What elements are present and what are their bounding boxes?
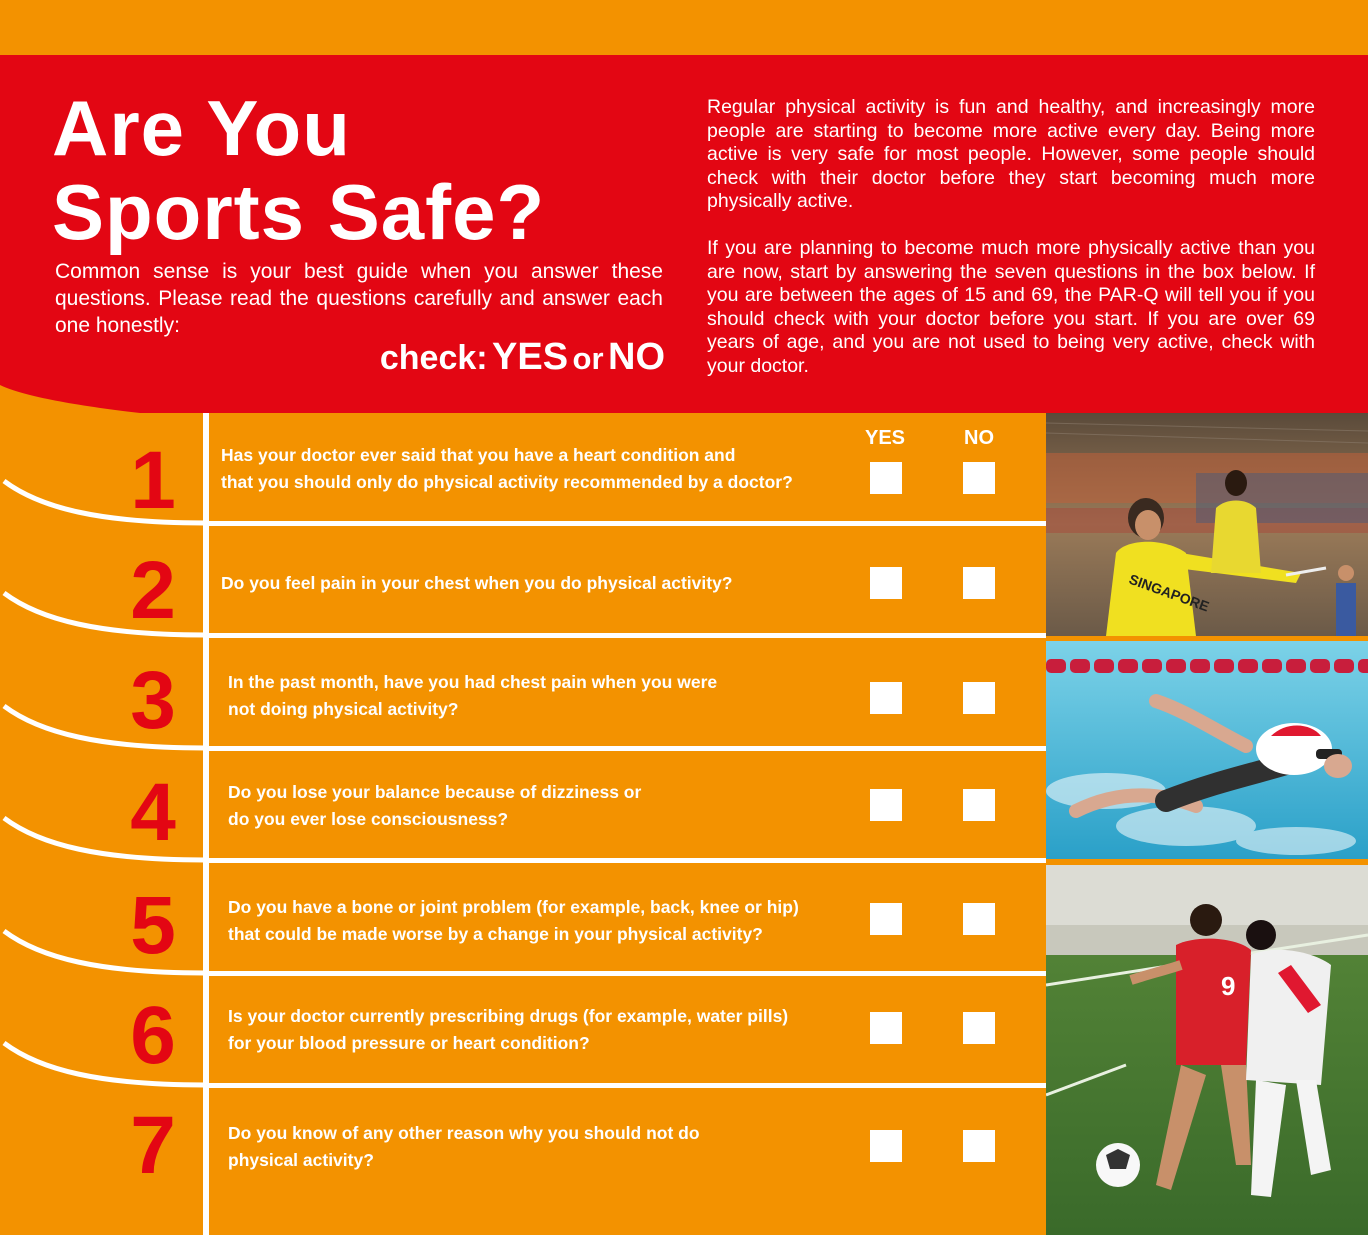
q6-no-checkbox[interactable]: [963, 1012, 995, 1044]
question-text: Do you lose your balance because of dizz…: [228, 779, 868, 833]
q6-yes-checkbox[interactable]: [870, 1012, 902, 1044]
question-line: not doing physical activity?: [228, 699, 459, 719]
row-divider: [203, 746, 1046, 751]
q7-yes-checkbox[interactable]: [870, 1130, 902, 1162]
description-paragraph-2: If you are planning to become much more …: [707, 237, 1315, 377]
check-prefix: check:: [379, 339, 488, 377]
question-line: Do you feel pain in your chest when you …: [221, 573, 733, 593]
page-title: Are You Sports Safe?: [52, 86, 692, 254]
question-line: that could be made worse by a change in …: [228, 924, 763, 944]
q2-yes-checkbox[interactable]: [870, 567, 902, 599]
q2-no-checkbox[interactable]: [963, 567, 995, 599]
row-divider: [203, 521, 1046, 526]
q4-no-checkbox[interactable]: [963, 789, 995, 821]
badminton-photo: SINGAPORE: [1046, 413, 1368, 636]
question-line: Do you know of any other reason why you …: [228, 1123, 700, 1143]
description: Regular physical activity is fun and hea…: [707, 96, 1315, 378]
row-divider: [203, 633, 1046, 638]
yes-column-header: YES: [864, 427, 906, 449]
q3-no-checkbox[interactable]: [963, 682, 995, 714]
check-yes: YES: [492, 336, 569, 378]
description-paragraph-1: Regular physical activity is fun and hea…: [707, 96, 1315, 212]
question-line: Do you have a bone or joint problem (for…: [228, 897, 799, 917]
check-or: or: [572, 341, 604, 376]
question-text: Do you have a bone or joint problem (for…: [228, 894, 868, 948]
title-line-1: Are You: [52, 84, 351, 172]
svg-text:9: 9: [1221, 971, 1235, 1001]
q5-no-checkbox[interactable]: [963, 903, 995, 935]
q1-yes-checkbox[interactable]: [870, 462, 902, 494]
intro-text: Common sense is your best guide when you…: [55, 260, 663, 337]
table-divider-vertical: [203, 413, 209, 1235]
question-number: 5: [130, 880, 176, 971]
question-line: physical activity?: [228, 1150, 374, 1170]
title-line-2: Sports Safe?: [52, 168, 546, 256]
q7-no-checkbox[interactable]: [963, 1130, 995, 1162]
question-number: 4: [130, 767, 176, 858]
soccer-photo: 9: [1046, 865, 1368, 1235]
q1-no-checkbox[interactable]: [963, 462, 995, 494]
question-line: Has your doctor ever said that you have …: [221, 445, 736, 465]
question-line: do you ever lose consciousness?: [228, 809, 509, 829]
q5-yes-checkbox[interactable]: [870, 903, 902, 935]
question-text: Has your doctor ever said that you have …: [221, 442, 861, 496]
row-divider: [203, 858, 1046, 863]
question-number: 7: [130, 1100, 176, 1191]
question-line: Do you lose your balance because of dizz…: [228, 782, 642, 802]
check-instruction: check: YES or NO: [335, 336, 665, 379]
question-number: 2: [130, 545, 176, 636]
question-text: Is your doctor currently prescribing dru…: [228, 1003, 868, 1057]
row-divider: [203, 971, 1046, 976]
question-text: Do you know of any other reason why you …: [228, 1120, 868, 1174]
question-line: that you should only do physical activit…: [221, 472, 793, 492]
row-divider: [203, 1083, 1046, 1088]
header-banner: Are You Sports Safe? Common sense is you…: [0, 0, 1368, 430]
question-number: 6: [130, 990, 176, 1081]
question-line: In the past month, have you had chest pa…: [228, 672, 718, 692]
question-number: 1: [130, 435, 176, 526]
q4-yes-checkbox[interactable]: [870, 789, 902, 821]
check-no: NO: [608, 336, 665, 378]
q3-yes-checkbox[interactable]: [870, 682, 902, 714]
question-text: Do you feel pain in your chest when you …: [221, 570, 861, 597]
no-column-header: NO: [964, 427, 994, 449]
question-line: for your blood pressure or heart conditi…: [228, 1033, 590, 1053]
question-text: In the past month, have you had chest pa…: [228, 669, 868, 723]
question-line: Is your doctor currently prescribing dru…: [228, 1006, 789, 1026]
swimming-photo: [1046, 641, 1368, 859]
question-number: 3: [130, 655, 176, 746]
